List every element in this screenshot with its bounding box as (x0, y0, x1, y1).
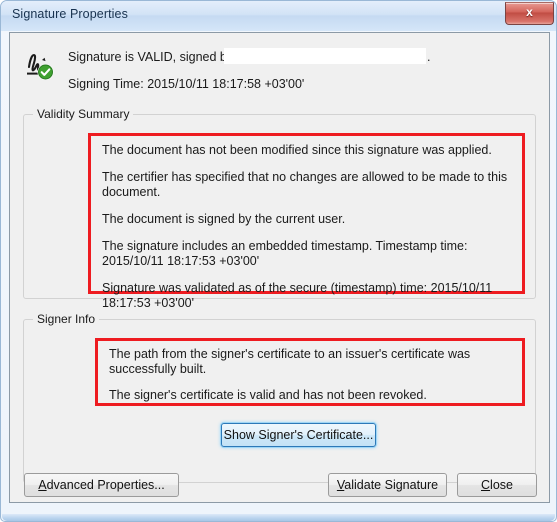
validate-signature-label: alidate Signature (344, 478, 439, 492)
validity-summary-item-2: The document is signed by the current us… (102, 212, 346, 226)
validity-summary-item-3: The signature includes an embedded times… (102, 239, 468, 268)
signer-info-item-1: The signer's certificate is valid and ha… (109, 388, 427, 402)
advanced-properties-label: dvanced Properties... (46, 478, 165, 492)
close-dialog-label: lose (490, 478, 513, 492)
close-icon[interactable]: x (505, 2, 554, 25)
close-dialog-accel: C (481, 478, 491, 492)
title-bar: Signature Properties x (1, 1, 556, 31)
signer-info-group: Signer Info The path from the signer's c… (23, 312, 536, 483)
validity-summary-group: Validity Summary The document has not be… (23, 107, 536, 310)
signature-valid-text-suffix: . (427, 50, 431, 64)
signing-time-text: Signing Time: 2015/10/11 18:17:58 +03'00… (68, 77, 305, 91)
redacted-signer-name (224, 48, 426, 64)
signature-properties-window: Signature Properties x Signature is VALI… (0, 0, 557, 522)
advanced-properties-button[interactable]: Advanced Properties... (24, 473, 179, 497)
validity-summary-title: Validity Summary (33, 107, 134, 121)
close-glyph: x (526, 5, 533, 19)
validate-signature-button[interactable]: Validate Signature (328, 473, 447, 497)
validity-summary-item-0: The document has not been modified since… (102, 143, 492, 157)
validity-summary-item-1: The certifier has specified that no chan… (102, 170, 508, 199)
signer-info-title: Signer Info (33, 312, 100, 326)
advanced-properties-accel: A (38, 478, 47, 492)
window-title: Signature Properties (12, 7, 128, 21)
signature-valid-icon (23, 50, 59, 82)
close-dialog-button[interactable]: Close (457, 473, 537, 497)
show-signers-certificate-button[interactable]: Show Signer's Certificate... (221, 423, 376, 447)
signer-info-item-0: The path from the signer's certificate t… (109, 347, 471, 376)
window-bottom-bevel (2, 514, 555, 521)
validity-summary-item-4: Signature was validated as of the secure… (102, 281, 493, 310)
dialog-client-area: Signature is VALID, signed by . Signing … (9, 32, 550, 503)
signature-valid-text: Signature is VALID, signed by (68, 50, 234, 64)
